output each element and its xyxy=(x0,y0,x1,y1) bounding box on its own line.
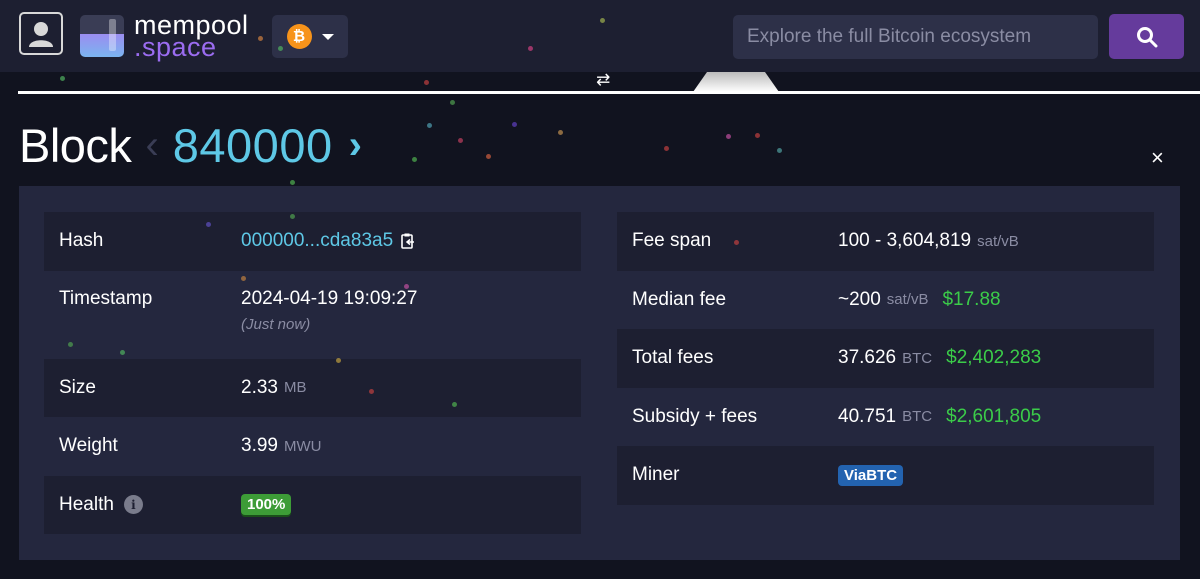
health-badge: 100% xyxy=(241,494,292,516)
subsidy-fees-label: Subsidy + fees xyxy=(632,405,758,427)
confetti-dot xyxy=(528,46,533,51)
median-fee-label: Median fee xyxy=(632,288,727,310)
confetti-dot xyxy=(450,100,455,105)
hash-label: Hash xyxy=(59,230,104,252)
confetti-dot xyxy=(664,146,669,151)
block-info-table: Hash 000000...cda83a5 Timestamp 2024-04-… xyxy=(44,212,581,534)
health-label: Health xyxy=(59,493,114,515)
table-row-hash: Hash 000000...cda83a5 xyxy=(44,212,581,271)
miner-label: Miner xyxy=(632,464,680,486)
fee-info-table: Fee span 100 - 3,604,819 sat/vB Median f… xyxy=(617,212,1154,505)
copy-clipboard-icon[interactable] xyxy=(401,233,415,250)
weight-label: Weight xyxy=(59,435,118,457)
confetti-dot xyxy=(404,284,409,289)
logo-mark-icon xyxy=(80,15,124,58)
size-value: 2.33 xyxy=(241,376,278,398)
info-icon[interactable]: i xyxy=(123,495,143,515)
confetti-dot xyxy=(600,18,605,23)
divider xyxy=(18,91,1200,94)
confetti-dot xyxy=(120,350,125,355)
confetti-dot xyxy=(512,122,517,127)
size-label: Size xyxy=(59,376,96,398)
navbar: mempool .space ₿ xyxy=(0,0,1200,72)
table-row-fee-span: Fee span 100 - 3,604,819 sat/vB xyxy=(617,212,1154,271)
fee-span-label: Fee span xyxy=(632,230,712,252)
page-title: Block xyxy=(19,119,132,172)
table-row-total-fees: Total fees 37.626 BTC $2,402,283 xyxy=(617,329,1154,388)
confetti-dot xyxy=(726,134,731,139)
confetti-dot xyxy=(290,214,295,219)
confetti-dot xyxy=(424,80,429,85)
confetti-dot xyxy=(734,240,739,245)
table-row-miner: Miner ViaBTC xyxy=(617,446,1154,505)
user-icon xyxy=(29,21,53,47)
confetti-dot xyxy=(777,148,782,153)
confetti-dot xyxy=(458,138,463,143)
total-fees-fiat: $2,402,283 xyxy=(946,347,1042,369)
subsidy-fees-value: 40.751 xyxy=(838,405,897,427)
block-height: 840000 xyxy=(172,119,333,172)
confetti-dot xyxy=(206,222,211,227)
median-fee-fiat: $17.88 xyxy=(942,288,1001,310)
weight-unit: MWU xyxy=(283,437,322,455)
user-account-button[interactable] xyxy=(19,12,63,55)
table-row-subsidy-fees: Subsidy + fees 40.751 BTC $2,601,805 xyxy=(617,388,1154,447)
fee-span-unit: sat/vB xyxy=(977,232,1019,250)
bitcoin-icon: ₿ xyxy=(286,24,312,49)
confetti-dot xyxy=(427,123,432,128)
confetti-dot xyxy=(278,46,283,51)
selected-block-arrow xyxy=(693,72,779,92)
confetti-dot xyxy=(369,389,374,394)
fee-span-value: 100 - 3,604,819 xyxy=(838,230,972,252)
size-unit: MB xyxy=(283,379,307,397)
total-fees-label: Total fees xyxy=(632,347,714,369)
total-fees-value: 37.626 xyxy=(838,347,897,369)
network-selector[interactable]: ₿ xyxy=(272,15,348,58)
confetti-dot xyxy=(258,36,263,41)
chevron-down-icon xyxy=(321,33,334,40)
confetti-dot xyxy=(241,276,246,281)
block-details-panel: Hash 000000...cda83a5 Timestamp 2024-04-… xyxy=(19,186,1180,560)
search-button[interactable] xyxy=(1109,14,1184,59)
median-fee-unit: sat/vB xyxy=(886,291,929,309)
table-row-size: Size 2.33 MB xyxy=(44,358,581,417)
timestamp-value: 2024-04-19 19:09:27 xyxy=(241,287,418,309)
confetti-dot xyxy=(336,358,341,363)
table-row-timestamp: Timestamp 2024-04-19 19:09:27 (Just now) xyxy=(44,271,581,359)
subsidy-fees-unit: BTC xyxy=(902,408,933,426)
confetti-dot xyxy=(290,180,295,185)
block-title-row: Block ‹ 840000 › xyxy=(19,118,362,173)
confetti-dot xyxy=(452,402,457,407)
search-input[interactable] xyxy=(733,15,1098,59)
next-block-chevron-icon[interactable]: › xyxy=(349,123,362,168)
block-hash-link[interactable]: 000000...cda83a5 xyxy=(241,230,393,252)
previous-block-chevron-icon[interactable]: ‹ xyxy=(145,123,158,168)
confetti-dot xyxy=(412,157,417,162)
timestamp-label: Timestamp xyxy=(59,287,153,309)
table-row-weight: Weight 3.99 MWU xyxy=(44,417,581,476)
mempool-logo[interactable]: mempool .space xyxy=(80,11,249,61)
median-fee-value: ~200 xyxy=(838,288,881,310)
close-icon[interactable]: × xyxy=(1151,145,1164,171)
confetti-dot xyxy=(486,154,491,159)
miner-badge[interactable]: ViaBTC xyxy=(838,464,904,486)
confetti-dot xyxy=(755,133,760,138)
confetti-dot xyxy=(68,342,73,347)
swap-icon[interactable]: ⇄ xyxy=(596,70,610,90)
table-row-median-fee: Median fee ~200 sat/vB $17.88 xyxy=(617,271,1154,330)
subsidy-fees-fiat: $2,601,805 xyxy=(946,405,1042,427)
timestamp-relative: (Just now) xyxy=(241,315,311,333)
weight-value: 3.99 xyxy=(241,435,278,457)
confetti-dot xyxy=(558,130,563,135)
table-row-health: Health i 100% xyxy=(44,475,581,534)
total-fees-unit: BTC xyxy=(902,349,933,367)
confetti-dot xyxy=(60,76,65,81)
search-icon xyxy=(1136,26,1157,47)
